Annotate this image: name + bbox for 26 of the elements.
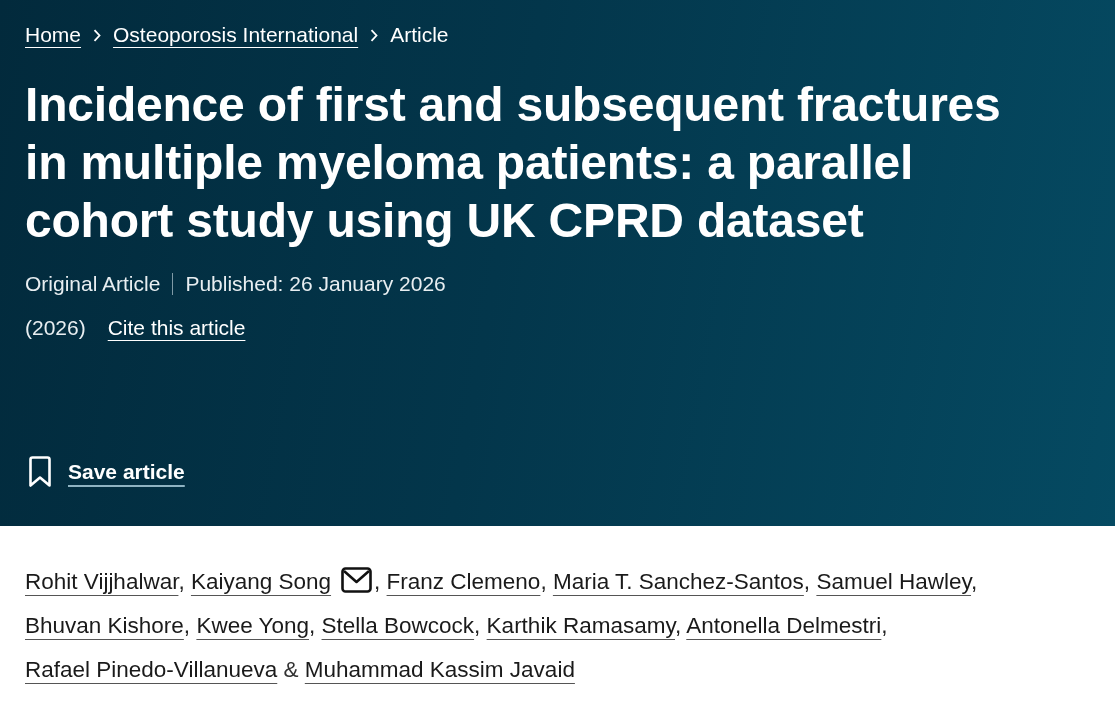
chevron-right-icon <box>370 28 379 42</box>
bookmark-icon <box>28 456 52 488</box>
save-article-button[interactable]: Save article <box>23 452 191 492</box>
author-list: Rohit Vijjhalwar, Kaiyang Song , Franz Clemeno, Maria T. Sanchez-Santos, Samuel Hawley, Bhuvan Kishore, Kwee Yong, Stella Bowcock, Karthik Ramasamy, Antonella Delmestri, Rafael Pinedo-Villanueva & Muhammad Kassim Javaid <box>0 526 1115 692</box>
article-type: Original Article <box>25 271 161 297</box>
breadcrumb-link[interactable]: Home <box>25 20 82 50</box>
author-link[interactable]: Maria T. Sanchez-Santos <box>552 569 804 594</box>
author-link[interactable]: Kaiyang Song <box>190 569 332 594</box>
author-link[interactable]: Kwee Yong <box>196 613 309 638</box>
author-link[interactable]: Rohit Vijjhalwar <box>25 569 179 594</box>
cite-link[interactable]: Cite this article <box>107 313 246 343</box>
author-link[interactable]: Samuel Hawley <box>816 569 972 594</box>
author-link[interactable]: Bhuvan Kishore <box>25 613 184 638</box>
published-date: Published: 26 January 2026 <box>185 271 446 297</box>
author-link[interactable]: Rafael Pinedo-Villanueva <box>25 657 278 682</box>
breadcrumb-link[interactable]: Osteoporosis International <box>113 20 359 50</box>
breadcrumb-current: Article <box>390 22 449 48</box>
author-link[interactable]: Karthik Ramasamy <box>486 613 675 638</box>
author-link[interactable]: Stella Bowcock <box>321 613 475 638</box>
publication-year: (2026) <box>25 315 86 341</box>
article-title: Incidence of first and subsequent fractures in multiple myeloma patients: a parallel cohort study using UK CPRD dataset <box>25 77 1002 249</box>
envelope-icon[interactable] <box>341 567 373 593</box>
author-link[interactable]: Franz Clemeno <box>386 569 541 594</box>
chevron-right-icon <box>93 28 102 42</box>
author-link[interactable]: Muhammad Kassim Javaid <box>304 657 575 682</box>
author-link[interactable]: Antonella Delmestri <box>686 613 882 638</box>
